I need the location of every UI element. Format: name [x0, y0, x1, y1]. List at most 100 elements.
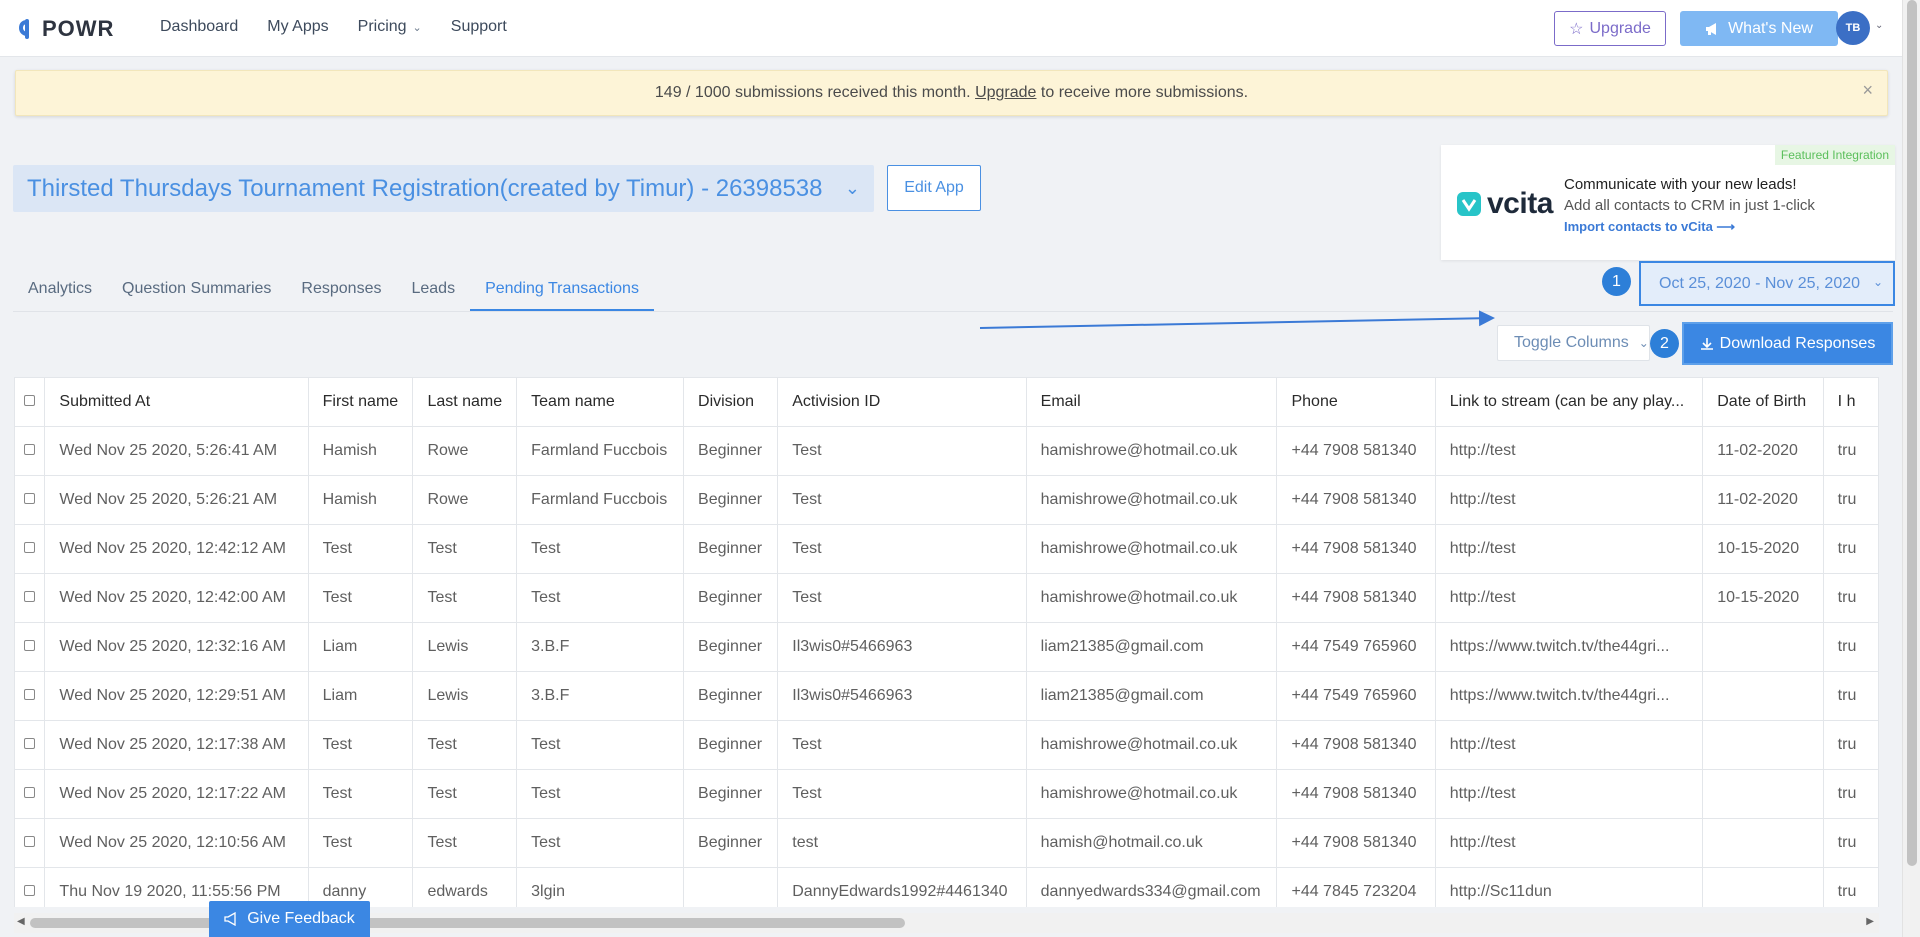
table-cell: Hamish — [307, 426, 414, 476]
row-checkbox[interactable] — [24, 444, 36, 455]
download-responses-button[interactable]: Download Responses — [1684, 324, 1891, 363]
row-checkbox[interactable] — [24, 885, 36, 896]
scrollbar-thumb[interactable] — [1907, 0, 1917, 866]
table-cell: Wed Nov 25 2020, 5:26:41 AM — [44, 426, 309, 476]
table-cell: Wed Nov 25 2020, 12:42:12 AM — [44, 524, 309, 574]
table-cell: http://test — [1434, 769, 1704, 819]
column-header[interactable]: Activision ID — [777, 377, 1027, 427]
date-range-picker[interactable]: Oct 25, 2020 - Nov 25, 2020 ⌄ — [1639, 261, 1895, 306]
column-header[interactable]: Email — [1025, 377, 1278, 427]
table-cell: hamishrowe@hotmail.co.uk — [1025, 573, 1278, 623]
banner-upgrade-link[interactable]: Upgrade — [975, 84, 1036, 102]
table-cell: Test — [412, 769, 518, 819]
row-checkbox[interactable] — [24, 542, 36, 553]
table-cell: +44 7908 581340 — [1276, 720, 1436, 770]
chevron-down-icon: ⌄ — [1872, 275, 1883, 289]
column-header[interactable]: Link to stream (can be any play... — [1434, 377, 1704, 427]
table-cell: Farmland Fuccbois — [516, 475, 685, 525]
table-row[interactable]: Wed Nov 25 2020, 12:42:12 AM Test Test Test… — [14, 524, 1879, 574]
table-cell: Il3wis0#5466963 — [777, 622, 1027, 672]
table-row[interactable]: Wed Nov 25 2020, 12:17:38 AM Test Test Test… — [14, 720, 1879, 770]
table-cell: 3.B.F — [516, 671, 685, 721]
table-row[interactable]: Wed Nov 25 2020, 12:29:51 AM Liam Lewis 3.B… — [14, 671, 1879, 721]
table-cell: hamishrowe@hotmail.co.uk — [1025, 524, 1278, 574]
powr-logo[interactable]: POWR — [18, 16, 114, 42]
row-checkbox[interactable] — [24, 836, 36, 847]
tab-responses[interactable]: Responses — [286, 276, 396, 311]
column-header[interactable]: Phone — [1276, 377, 1436, 427]
nav-my-apps[interactable]: My Apps — [267, 18, 328, 36]
table-cell: tru — [1822, 867, 1879, 907]
table-cell: Wed Nov 25 2020, 12:17:38 AM — [44, 720, 309, 770]
brand-name: POWR — [42, 16, 115, 41]
table-cell — [1702, 818, 1824, 868]
table-cell: Beginner — [683, 769, 779, 819]
vcita-logo-icon — [1457, 192, 1481, 216]
table-cell: 3.B.F — [516, 622, 685, 672]
whats-new-button[interactable]: What's New — [1680, 11, 1838, 46]
app-selector[interactable]: Thirsted Thursdays Tournament Registrati… — [13, 165, 874, 212]
chevron-down-icon: ⌄ — [844, 178, 860, 198]
scrollbar-thumb[interactable] — [30, 918, 905, 928]
table-row[interactable]: Wed Nov 25 2020, 5:26:21 AM Hamish Rowe Far… — [14, 475, 1879, 525]
tab-analytics[interactable]: Analytics — [13, 276, 107, 311]
column-header[interactable]: Last name — [412, 377, 518, 427]
star-icon: ☆ — [1569, 20, 1584, 38]
column-header[interactable]: Division — [683, 377, 779, 427]
table-cell: Wed Nov 25 2020, 5:26:21 AM — [44, 475, 309, 525]
table-cell: Beginner — [683, 475, 779, 525]
table-row[interactable]: Wed Nov 25 2020, 12:17:22 AM Test Test Test… — [14, 769, 1879, 819]
table-row[interactable]: Wed Nov 25 2020, 5:26:41 AM Hamish Rowe Far… — [14, 426, 1879, 476]
row-select-cell — [14, 818, 46, 868]
vertical-scrollbar[interactable] — [1902, 0, 1920, 937]
table-cell — [1702, 867, 1824, 907]
row-select-cell — [14, 573, 46, 623]
table-cell: http://test — [1434, 475, 1704, 525]
table-cell: Test — [516, 818, 685, 868]
scroll-left-icon[interactable]: ◀ — [17, 916, 25, 927]
edit-app-button[interactable]: Edit App — [887, 165, 981, 211]
chevron-down-icon[interactable]: ⌄ — [1875, 20, 1883, 31]
table-cell: Wed Nov 25 2020, 12:29:51 AM — [44, 671, 309, 721]
table-cell: hamishrowe@hotmail.co.uk — [1025, 475, 1278, 525]
table-cell: +44 7549 765960 — [1276, 671, 1436, 721]
tab-leads[interactable]: Leads — [396, 276, 470, 311]
vcita-import-link[interactable]: Import contacts to vCita ⟶ — [1564, 216, 1815, 237]
table-row[interactable]: Wed Nov 25 2020, 12:42:00 AM Test Test Test… — [14, 573, 1879, 623]
avatar[interactable]: TB — [1836, 11, 1870, 45]
table-row[interactable]: Wed Nov 25 2020, 12:32:16 AM Liam Lewis 3.B… — [14, 622, 1879, 672]
row-checkbox[interactable] — [24, 640, 36, 651]
upgrade-button[interactable]: ☆ Upgrade — [1554, 11, 1666, 46]
column-header[interactable]: First name — [307, 377, 414, 427]
nav-dashboard[interactable]: Dashboard — [160, 18, 238, 36]
close-icon[interactable]: × — [1862, 80, 1873, 101]
toggle-columns-button[interactable]: Toggle Columns ⌄ — [1497, 325, 1650, 361]
give-feedback-button[interactable]: Give Feedback — [209, 901, 370, 937]
nav-support[interactable]: Support — [451, 18, 507, 36]
chevron-down-icon: ⌄ — [412, 22, 422, 34]
vcita-integration-card[interactable]: Featured Integration vcita Communicate w… — [1441, 145, 1895, 260]
row-checkbox[interactable] — [24, 493, 36, 504]
column-header[interactable]: Submitted At — [44, 377, 309, 427]
table-cell: Beginner — [683, 524, 779, 574]
table-cell: Beginner — [683, 720, 779, 770]
table-row[interactable]: Wed Nov 25 2020, 12:10:56 AM Test Test Test… — [14, 818, 1879, 868]
vcita-text: Communicate with your new leads! Add all… — [1564, 174, 1815, 237]
table-cell: Beginner — [683, 426, 779, 476]
tab-question-summaries[interactable]: Question Summaries — [107, 276, 286, 311]
annotation-arrow — [979, 310, 1495, 329]
row-checkbox[interactable] — [24, 787, 36, 798]
tab-pending-transactions[interactable]: Pending Transactions — [470, 276, 654, 311]
row-checkbox[interactable] — [24, 689, 36, 700]
scroll-right-icon[interactable]: ▶ — [1866, 916, 1874, 927]
row-checkbox[interactable] — [24, 738, 36, 749]
table-cell: tru — [1822, 818, 1879, 868]
column-header[interactable]: I h — [1822, 377, 1879, 427]
column-header[interactable]: Date of Birth — [1702, 377, 1824, 427]
nav-pricing[interactable]: Pricing ⌄ — [358, 18, 422, 36]
row-checkbox[interactable] — [24, 591, 36, 602]
select-all-checkbox[interactable] — [24, 395, 36, 406]
table-cell: edwards — [412, 867, 518, 907]
table-cell: https://www.twitch.tv/the44gri... — [1434, 622, 1704, 672]
column-header[interactable]: Team name — [516, 377, 685, 427]
